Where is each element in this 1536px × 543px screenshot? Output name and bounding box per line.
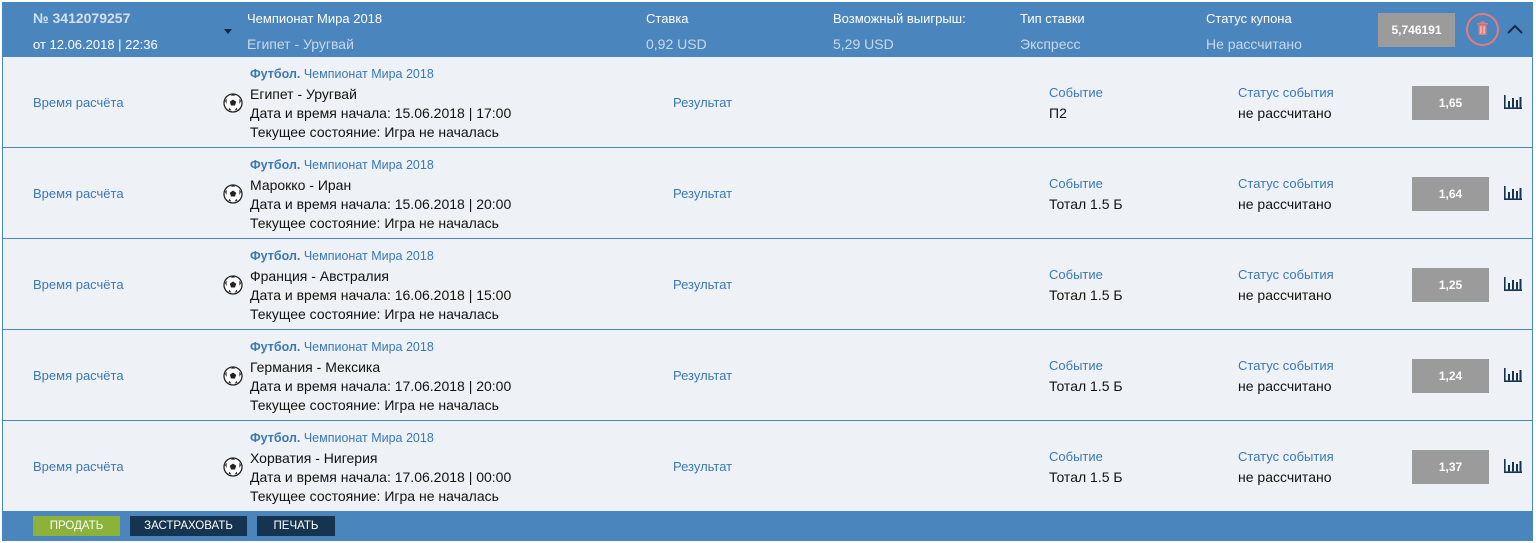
event-row: Время расчёта Футбол. Чемпионат Мира 201… xyxy=(3,330,1532,421)
calc-time-label: Время расчёта xyxy=(33,368,124,383)
event-status-label: Статус события xyxy=(1238,358,1334,373)
chevron-up-icon[interactable] xyxy=(1505,20,1525,40)
event-status-value: не рассчитано xyxy=(1238,105,1332,121)
delete-button[interactable] xyxy=(1466,13,1499,46)
bar-chart-icon[interactable] xyxy=(1503,94,1523,110)
coupon-card: № 3412079257 от 12.06.2018 | 22:36 Чемпи… xyxy=(2,2,1533,541)
soccer-ball-icon xyxy=(223,275,243,295)
bar-chart-icon[interactable] xyxy=(1503,458,1523,474)
coupon-title-label: Чемпионат Мира 2018 xyxy=(247,11,383,26)
calc-time-label: Время расчёта xyxy=(33,459,124,474)
start-time: Дата и время начала: 15.06.2018 | 17:00 xyxy=(250,105,512,121)
event-status-value: не рассчитано xyxy=(1238,469,1332,485)
event-value: Тотал 1.5 Б xyxy=(1049,469,1123,485)
soccer-ball-icon xyxy=(223,184,243,204)
trash-icon xyxy=(1477,21,1488,35)
start-time: Дата и время начала: 17.06.2018 | 20:00 xyxy=(250,378,512,394)
teams: Хорватия - Нигерия xyxy=(250,450,378,466)
current-state: Текущее состояние: Игра не началась xyxy=(250,397,499,413)
print-button[interactable]: ПЕЧАТЬ xyxy=(257,516,335,536)
calc-time-label: Время расчёта xyxy=(33,95,124,110)
result-label: Результат xyxy=(673,459,733,474)
sport-league[interactable]: Футбол. Чемпионат Мира 2018 xyxy=(250,431,434,445)
payout-value: 5,29 USD xyxy=(833,36,894,52)
event-status-value: не рассчитано xyxy=(1238,378,1332,394)
teams: Марокко - Иран xyxy=(250,177,352,193)
soccer-ball-icon xyxy=(223,457,243,477)
event-status-value: не рассчитано xyxy=(1238,287,1332,303)
soccer-ball-icon xyxy=(223,366,243,386)
coupon-status-value: Не рассчитано xyxy=(1206,36,1302,52)
result-label: Результат xyxy=(673,95,733,110)
event-row: Время расчёта Футбол. Чемпионат Мира 201… xyxy=(3,239,1532,330)
result-label: Результат xyxy=(673,186,733,201)
event-status-label: Статус события xyxy=(1238,267,1334,282)
total-coefficient: 5,746191 xyxy=(1378,13,1455,47)
payout-label: Возможный выигрыш: xyxy=(833,11,966,26)
teams: Германия - Мексика xyxy=(250,359,381,375)
bet-type-label: Тип ставки xyxy=(1020,11,1085,26)
bar-chart-icon[interactable] xyxy=(1503,185,1523,201)
result-label: Результат xyxy=(673,277,733,292)
coupon-date: от 12.06.2018 | 22:36 xyxy=(33,37,158,52)
event-row: Время расчёта Футбол. Чемпионат Мира 201… xyxy=(3,148,1532,239)
event-status-label: Статус события xyxy=(1238,85,1334,100)
start-time: Дата и время начала: 17.06.2018 | 00:00 xyxy=(250,469,512,485)
odds-value: 1,24 xyxy=(1412,359,1489,393)
current-state: Текущее состояние: Игра не началась xyxy=(250,215,499,231)
teams: Франция - Австралия xyxy=(250,268,389,284)
event-label: Событие xyxy=(1049,85,1103,100)
event-value: Тотал 1.5 Б xyxy=(1049,196,1123,212)
caret-down-icon[interactable] xyxy=(224,29,232,34)
current-state: Текущее состояние: Игра не началась xyxy=(250,488,499,504)
coupon-status-label: Статус купона xyxy=(1206,11,1292,26)
start-time: Дата и время начала: 15.06.2018 | 20:00 xyxy=(250,196,512,212)
stake-value: 0,92 USD xyxy=(646,36,707,52)
sport-league[interactable]: Футбол. Чемпионат Мира 2018 xyxy=(250,340,434,354)
current-state: Текущее состояние: Игра не началась xyxy=(250,306,499,322)
event-label: Событие xyxy=(1049,449,1103,464)
event-label: Событие xyxy=(1049,267,1103,282)
coupon-number: № 3412079257 xyxy=(33,10,131,26)
sport-league[interactable]: Футбол. Чемпионат Мира 2018 xyxy=(250,249,434,263)
sport-league[interactable]: Футбол. Чемпионат Мира 2018 xyxy=(250,67,434,81)
event-value: П2 xyxy=(1049,105,1067,121)
event-value: Тотал 1.5 Б xyxy=(1049,378,1123,394)
coupon-header[interactable]: № 3412079257 от 12.06.2018 | 22:36 Чемпи… xyxy=(3,3,1532,57)
current-state: Текущее состояние: Игра не началась xyxy=(250,124,499,140)
bet-type-value: Экспресс xyxy=(1020,36,1081,52)
soccer-ball-icon xyxy=(223,93,243,113)
event-value: Тотал 1.5 Б xyxy=(1049,287,1123,303)
sell-button[interactable]: ПРОДАТЬ xyxy=(33,516,120,536)
insure-button[interactable]: ЗАСТРАХОВАТЬ xyxy=(130,516,247,536)
result-label: Результат xyxy=(673,368,733,383)
odds-value: 1,25 xyxy=(1412,268,1489,302)
calc-time-label: Время расчёта xyxy=(33,277,124,292)
event-row: Время расчёта Футбол. Чемпионат Мира 201… xyxy=(3,421,1532,511)
sport-league[interactable]: Футбол. Чемпионат Мира 2018 xyxy=(250,158,434,172)
bar-chart-icon[interactable] xyxy=(1503,276,1523,292)
odds-value: 1,65 xyxy=(1412,86,1489,120)
event-label: Событие xyxy=(1049,358,1103,373)
teams: Египет - Уругвай xyxy=(250,86,357,102)
event-status-label: Статус события xyxy=(1238,449,1334,464)
bar-chart-icon[interactable] xyxy=(1503,367,1523,383)
calc-time-label: Время расчёта xyxy=(33,186,124,201)
start-time: Дата и время начала: 16.06.2018 | 15:00 xyxy=(250,287,512,303)
coupon-footer: ПРОДАТЬ ЗАСТРАХОВАТЬ ПЕЧАТЬ xyxy=(3,511,1532,540)
coupon-title-value: Египет - Уругвай xyxy=(247,36,354,52)
event-status-label: Статус события xyxy=(1238,176,1334,191)
event-row: Время расчёта Футбол. Чемпионат Мира 201… xyxy=(3,57,1532,148)
stake-label: Ставка xyxy=(646,11,689,26)
odds-value: 1,64 xyxy=(1412,177,1489,211)
event-status-value: не рассчитано xyxy=(1238,196,1332,212)
odds-value: 1,37 xyxy=(1412,450,1489,484)
event-label: Событие xyxy=(1049,176,1103,191)
